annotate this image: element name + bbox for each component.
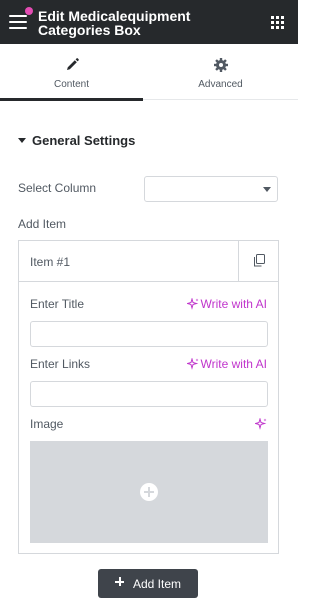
sparkle-icon: [186, 358, 199, 370]
image-upload-area[interactable]: [30, 441, 268, 543]
hamburger-icon[interactable]: [9, 7, 33, 29]
image-label: Image: [30, 417, 64, 431]
panel-tabs: Content Advanced: [0, 44, 298, 101]
caret-down-icon: [18, 138, 26, 144]
grid-icon[interactable]: [271, 16, 284, 29]
enter-links-label: Enter Links: [30, 357, 91, 371]
write-with-ai-title[interactable]: Write with AI: [186, 297, 267, 311]
enter-title-label: Enter Title: [30, 297, 85, 311]
tab-label: Content: [53, 79, 90, 90]
pencil-icon: [67, 58, 79, 70]
panel-title: Edit Medicalequipment Categories Box: [38, 8, 191, 38]
gear-icon: [214, 58, 228, 72]
select-column-label: Select Column: [18, 181, 97, 195]
ai-link-text: Write with AI: [200, 297, 267, 311]
item-title: Item #1: [30, 255, 71, 269]
section-general-settings[interactable]: General Settings: [18, 133, 135, 148]
chevron-down-icon: [263, 187, 271, 192]
sparkle-icon: [186, 298, 199, 310]
repeater-item: Item #1 Enter Title Write with AI Enter …: [18, 240, 279, 554]
repeater-item-header[interactable]: Item #1: [19, 241, 278, 282]
add-item-button[interactable]: Add Item: [98, 569, 198, 598]
plus-circle-icon: [140, 483, 158, 501]
plus-icon: [115, 577, 124, 586]
add-item-label: Add Item: [18, 217, 67, 231]
tab-content[interactable]: Content: [0, 44, 143, 101]
tab-label: Advanced: [198, 79, 243, 90]
select-column-dropdown[interactable]: [144, 176, 278, 202]
section-title-text: General Settings: [32, 133, 136, 148]
add-item-button-label: Add Item: [133, 577, 182, 591]
title-input[interactable]: [30, 321, 268, 347]
tab-advanced[interactable]: Advanced: [149, 44, 292, 100]
active-tab-indicator: [0, 98, 143, 101]
sparkle-icon[interactable]: [255, 418, 267, 430]
links-input[interactable]: [30, 381, 268, 407]
copy-icon: [254, 254, 265, 267]
write-with-ai-links[interactable]: Write with AI: [186, 357, 267, 371]
ai-link-text: Write with AI: [200, 357, 267, 371]
duplicate-button[interactable]: [238, 241, 278, 281]
notification-dot: [25, 7, 33, 15]
editor-header: Edit Medicalequipment Categories Box: [0, 0, 298, 44]
